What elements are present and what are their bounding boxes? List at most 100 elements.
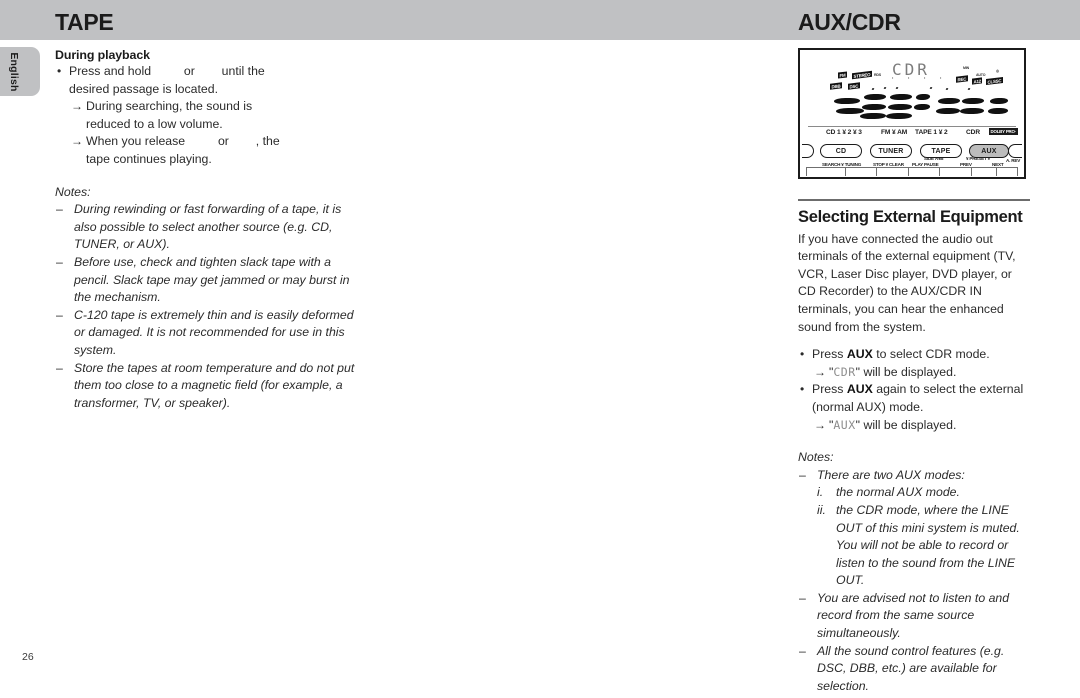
strip-divider xyxy=(907,168,909,176)
left-note-item: – During rewinding or fast forwarding of… xyxy=(55,201,355,254)
lcd-tag-dbb-icon: DBB xyxy=(830,82,842,90)
lcd-tag-stereo-icon: STEREO xyxy=(852,70,872,80)
lcd-dot xyxy=(945,88,949,90)
page-title-tape: TAPE xyxy=(55,9,114,35)
source-label-cd: CD 1 ¥ 2 ¥ 3 xyxy=(826,129,862,136)
left-note-text: Store the tapes at room temperature and … xyxy=(74,360,355,410)
lcd-dot xyxy=(895,87,899,89)
step-1-key: AUX xyxy=(846,347,873,362)
device-button-cd[interactable]: CD xyxy=(820,144,862,158)
arrow-note-2-prefix: When you release xyxy=(86,134,186,149)
section-intro-paragraph: If you have connected the audio out term… xyxy=(798,231,1016,334)
step-bullet-1: • Press AUX to select CDR mode. xyxy=(798,346,1030,364)
right-note-item: – There are two AUX modes: xyxy=(798,467,1030,485)
dolby-pro-logic-badge-icon: DOLBY PRO· xyxy=(988,128,1018,135)
left-note-text: During rewinding or fast forwarding of a… xyxy=(74,202,342,252)
mini-label-side-ab: SIDE A¥B xyxy=(924,156,944,161)
arrow-note-1-line1: During searching, the sound is xyxy=(86,99,253,114)
step-2-key: AUX xyxy=(846,382,873,397)
arrow-right-icon: → xyxy=(814,417,826,432)
lcd-tag-rds-icon: RDS xyxy=(874,73,881,77)
roman-numeral: ii. xyxy=(817,502,826,517)
lcd-tag-classic-icon: CLSSC xyxy=(986,76,1003,86)
arrow-note-1-line2: reduced to a low volume. xyxy=(86,116,223,131)
source-label-tape: TAPE 1 ¥ 2 xyxy=(915,129,948,136)
header-band xyxy=(0,0,1080,40)
step-1-result-text: " will be displayed. xyxy=(855,364,957,379)
playback-bullet-middle: or xyxy=(183,64,195,78)
arrow-note-2-suffix: , the xyxy=(255,134,280,149)
step-1-post: to select CDR mode. xyxy=(872,347,990,362)
left-note-text: C-120 tape is extremely thin and is easi… xyxy=(74,307,354,357)
lcd-dot xyxy=(929,87,933,89)
step-2-post2: (normal AUX) mode. xyxy=(812,399,924,414)
device-front-panel-figure: CDR FM STEREO RDS DBB DSC MIN AUTO REC A… xyxy=(798,48,1026,179)
dash-icon: – xyxy=(799,590,806,605)
language-tab-label: English xyxy=(8,51,20,92)
left-note-item: – Store the tapes at room temperature an… xyxy=(55,360,355,413)
right-note-text: You are advised not to listen to and rec… xyxy=(817,590,1010,641)
source-button-row: CD TUNER TAPE AUX xyxy=(800,144,1024,161)
lcd-segment-bar xyxy=(889,94,913,100)
section-heading: Selecting External Equipment xyxy=(798,207,1023,226)
lcd-tag-dsc-icon: DSC xyxy=(848,82,860,90)
playback-bullet-prefix: Press and hold xyxy=(69,64,152,78)
device-button-tuner[interactable]: TUNER xyxy=(870,144,912,158)
lcd-display: CDR FM STEREO RDS DBB DSC MIN AUTO REC A… xyxy=(800,54,1024,122)
dash-icon: – xyxy=(56,202,63,217)
left-column: During playback • Press and hold or unti… xyxy=(55,48,355,412)
playback-bullet-suffix: until the xyxy=(221,64,265,78)
strip-divider xyxy=(970,168,972,176)
step-bullet-2: • Press AUX again to select the external… xyxy=(798,381,1030,416)
step-1-lcd-text: CDR xyxy=(833,364,856,379)
lcd-segment-bar xyxy=(885,113,913,119)
dash-icon: – xyxy=(56,307,63,322)
arrow-note-2-line2: tape continues playing. xyxy=(86,151,212,166)
lcd-segment-bar xyxy=(937,98,961,104)
lcd-tag-fm-icon: FM xyxy=(838,71,847,79)
playback-bullet: • Press and hold or until the desired pa… xyxy=(55,63,355,98)
lcd-segment-bar xyxy=(833,98,861,104)
step-2-post: again to select the external xyxy=(872,382,1024,397)
lcd-segment-bar xyxy=(863,94,887,100)
lcd-tag-repeat-icon: ◎ xyxy=(996,69,999,73)
step-2-pre: Press xyxy=(812,382,847,397)
strip-divider xyxy=(939,168,941,176)
right-notes-title: Notes: xyxy=(798,450,834,465)
lcd-tag-min-icon: MIN xyxy=(963,66,969,70)
right-column: CDR FM STEREO RDS DBB DSC MIN AUTO REC A… xyxy=(798,48,1030,695)
lcd-segment-bar xyxy=(987,108,1009,114)
lcd-segment-bar xyxy=(861,104,887,110)
lcd-segment-bar xyxy=(961,98,985,104)
lcd-scale-tick: • xyxy=(908,76,910,80)
bullet-dot-icon: • xyxy=(800,347,805,362)
bottom-button-strip xyxy=(806,167,1018,176)
lcd-segment-bar xyxy=(935,108,961,114)
source-label-cdr: CDR xyxy=(966,129,980,136)
panel-divider xyxy=(808,126,1016,127)
language-tab: English xyxy=(0,47,40,96)
step-1-pre: Press xyxy=(812,347,847,362)
strip-divider xyxy=(876,168,878,176)
lcd-tag-a12-icon: A12 xyxy=(972,77,983,85)
section-rule xyxy=(798,199,1030,201)
dash-icon: – xyxy=(56,360,63,375)
arrow-right-icon: → xyxy=(71,99,83,114)
lcd-segment-bar xyxy=(859,113,887,119)
dash-icon: – xyxy=(799,643,806,658)
lcd-segment-bar xyxy=(915,94,931,100)
lcd-dot xyxy=(871,88,875,90)
arrow-note-1: → During searching, the sound is reduced… xyxy=(55,98,355,133)
dash-icon: – xyxy=(56,254,63,269)
right-subnote-text: the CDR mode, where the LINE OUT of this… xyxy=(836,502,1020,588)
right-note-text: There are two AUX modes: xyxy=(817,467,965,482)
left-note-item: – Before use, check and tighten slack ta… xyxy=(55,254,355,307)
lcd-segment-bar xyxy=(887,104,913,110)
right-note-text: All the sound control features (e.g. DSC… xyxy=(817,643,1005,693)
arrow-note-2-middle: or xyxy=(217,134,229,149)
right-note-item: – You are advised not to listen to and r… xyxy=(798,590,1030,643)
roman-numeral: i. xyxy=(817,485,824,500)
left-notes-title: Notes: xyxy=(55,184,91,199)
right-subnote-text: the normal AUX mode. xyxy=(836,485,960,500)
lcd-scale-tick: • xyxy=(892,76,894,80)
